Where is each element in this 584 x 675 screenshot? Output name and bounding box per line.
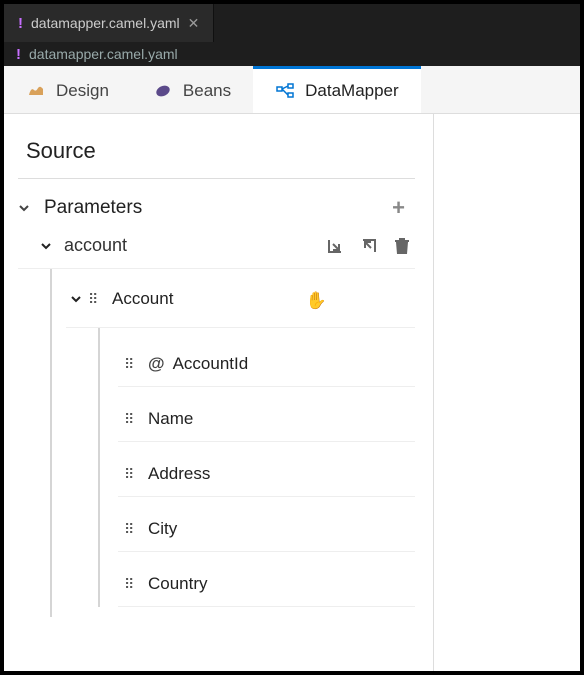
field-name: AccountId: [173, 354, 249, 374]
chevron-down-icon[interactable]: [18, 202, 38, 214]
field-row[interactable]: ⠿ City: [118, 507, 415, 552]
field-row[interactable]: ⠿ Address: [118, 452, 415, 497]
type-row[interactable]: ⠿ Account ✋: [66, 283, 415, 328]
tab-datamapper[interactable]: DataMapper: [253, 66, 421, 113]
add-parameter-button[interactable]: +: [386, 195, 411, 221]
field-row[interactable]: ⠿ Name: [118, 397, 415, 442]
field-name: City: [148, 519, 177, 539]
camel-icon: [26, 81, 46, 101]
tab-beans[interactable]: Beans: [131, 66, 253, 113]
tab-design[interactable]: Design: [4, 66, 131, 113]
field-name: Country: [148, 574, 208, 594]
editor-tab-active[interactable]: ! datamapper.camel.yaml ✕: [4, 4, 214, 42]
tab-label: Design: [56, 81, 109, 101]
grip-icon[interactable]: ⠿: [124, 576, 140, 593]
yaml-icon: !: [18, 15, 23, 32]
export-icon[interactable]: [359, 236, 379, 256]
close-icon[interactable]: ✕: [188, 15, 200, 32]
grip-icon[interactable]: ⠿: [124, 521, 140, 538]
source-title: Source: [18, 132, 415, 179]
breadcrumb: ! datamapper.camel.yaml: [4, 42, 580, 66]
datamapper-icon: [275, 81, 295, 101]
hand-cursor-icon: ✋: [306, 291, 327, 311]
grip-icon[interactable]: ⠿: [124, 411, 140, 428]
delete-icon[interactable]: [393, 236, 411, 256]
field-name: Address: [148, 464, 210, 484]
import-icon[interactable]: [325, 236, 345, 256]
editor-tab-label: datamapper.camel.yaml: [31, 15, 180, 31]
parameter-name: account: [60, 235, 325, 256]
chevron-down-icon[interactable]: [40, 240, 60, 252]
grip-icon[interactable]: ⠿: [88, 291, 104, 308]
editor-tab-bar: ! datamapper.camel.yaml ✕: [4, 4, 580, 42]
panel-tab-bar: Design Beans DataMapper: [4, 66, 580, 114]
field-row[interactable]: ⠿ @ AccountId: [118, 342, 415, 387]
source-panel: Source Parameters + account: [4, 114, 434, 671]
bean-icon: [153, 81, 173, 101]
attribute-icon: @: [148, 354, 165, 374]
chevron-down-icon[interactable]: [70, 293, 88, 305]
tab-label: DataMapper: [305, 81, 399, 101]
grip-icon[interactable]: ⠿: [124, 356, 140, 373]
field-row[interactable]: ⠿ Country: [118, 562, 415, 607]
parameters-label: Parameters: [38, 197, 386, 219]
field-name: Name: [148, 409, 193, 429]
tab-label: Beans: [183, 81, 231, 101]
grip-icon[interactable]: ⠿: [124, 466, 140, 483]
breadcrumb-label: datamapper.camel.yaml: [29, 46, 178, 62]
yaml-icon: !: [16, 46, 21, 63]
type-label: Account: [104, 289, 173, 309]
